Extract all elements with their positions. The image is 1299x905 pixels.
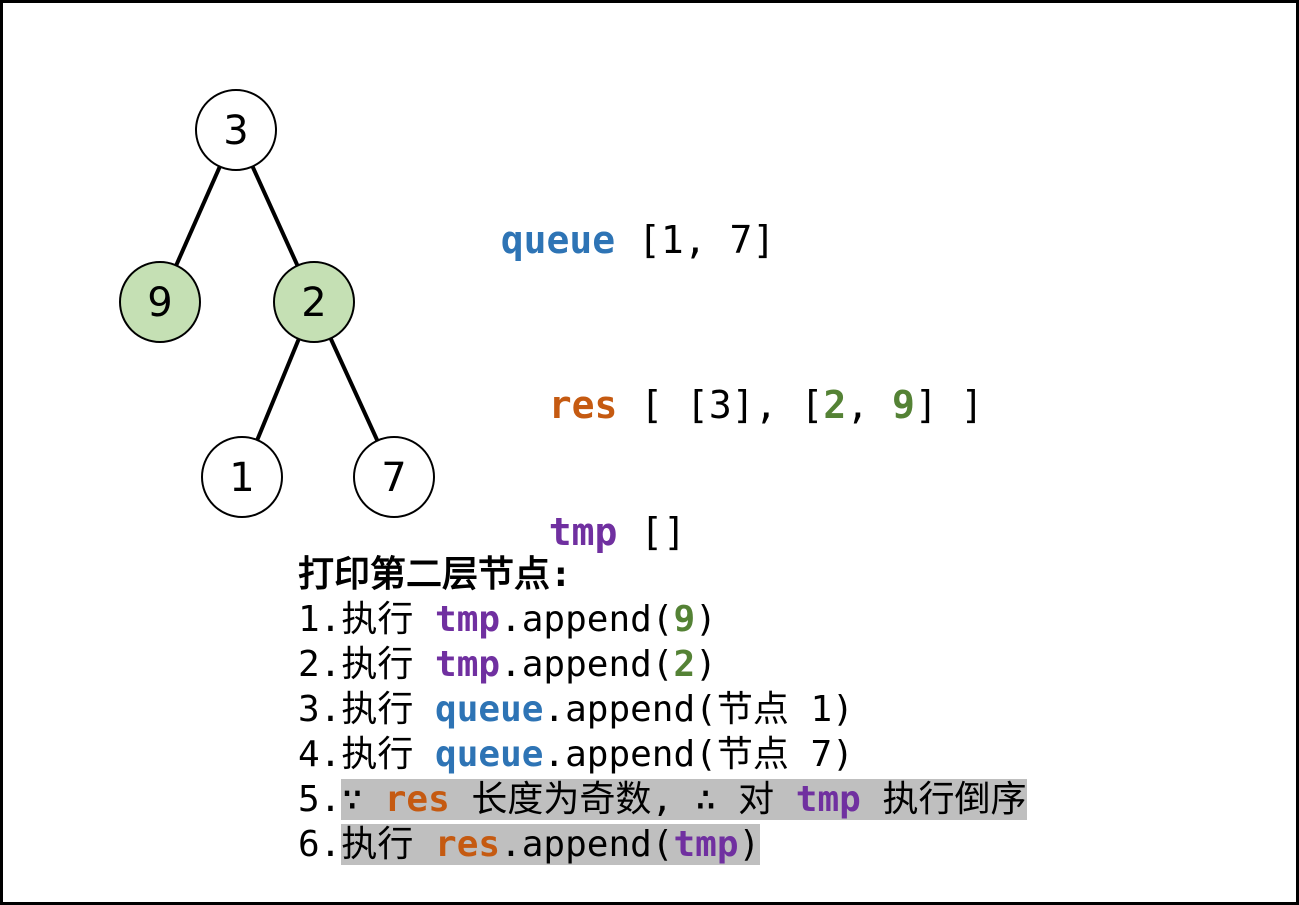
binary-tree: 3 9 2 1 7 <box>119 89 435 518</box>
steps-title: 打印第二层节点: <box>298 554 572 595</box>
step-3-verb: 执行 <box>341 689 436 730</box>
step-3: 3.执行 queue.append(节点 1) <box>298 687 1027 732</box>
step-4-obj: queue <box>435 734 544 775</box>
res-value-9: 9 <box>891 383 915 427</box>
step-5-obj: res <box>384 779 450 820</box>
res-label: res <box>548 383 618 427</box>
queue-value: [1, 7] <box>638 218 776 262</box>
step-4-num: 4. <box>298 734 342 775</box>
step-2-arg: 2 <box>673 644 696 685</box>
res-value-open: [ [3], [ <box>640 383 824 427</box>
step-1-arg: 9 <box>673 599 696 640</box>
tmp-label: tmp <box>548 510 618 554</box>
step-2-num: 2. <box>298 644 342 685</box>
step-5-end: 执行倒序 <box>860 779 1027 820</box>
step-1-call: .append( <box>500 599 674 640</box>
step-6-verb: 执行 <box>341 824 436 865</box>
res-value-close: ] ] <box>914 383 984 427</box>
step-6-arg: tmp <box>673 824 739 865</box>
step-5-highlight: ∵ res 长度为奇数, ∴ 对 tmp 执行倒序 <box>341 779 1027 820</box>
step-3-num: 3. <box>298 689 342 730</box>
step-6: 6.执行 res.append(tmp) <box>298 822 1027 867</box>
step-6-highlight: 执行 res.append(tmp) <box>341 824 761 865</box>
tree-node-label-7: 7 <box>381 455 406 501</box>
queue-line: queue [1, 7] <box>455 174 776 262</box>
step-1-obj: tmp <box>435 599 501 640</box>
tmp-line: tmp [] <box>503 466 686 554</box>
step-2-obj: tmp <box>435 644 501 685</box>
step-3-obj: queue <box>435 689 544 730</box>
step-2-verb: 执行 <box>341 644 436 685</box>
step-4: 4.执行 queue.append(节点 7) <box>298 732 1027 777</box>
step-5: 5.∵ res 长度为奇数, ∴ 对 tmp 执行倒序 <box>298 777 1027 822</box>
step-3-call: .append(节点 1) <box>543 689 854 730</box>
step-5-num: 5. <box>298 779 342 820</box>
step-6-call: .append( <box>500 824 674 865</box>
step-5-obj2: tmp <box>795 779 861 820</box>
tree-node-label-1: 1 <box>229 455 254 501</box>
step-6-obj: res <box>435 824 501 865</box>
tree-edge-n3-n9 <box>174 165 222 267</box>
queue-label: queue <box>500 218 616 262</box>
tree-edge-n2-n7 <box>328 337 380 442</box>
tree-node-label-3: 3 <box>223 108 248 154</box>
step-4-call: .append(节点 7) <box>543 734 854 775</box>
step-2: 2.执行 tmp.append(2) <box>298 642 1027 687</box>
tree-edge-n2-n1 <box>255 338 301 441</box>
step-4-verb: 执行 <box>341 734 436 775</box>
step-1-verb: 执行 <box>341 599 436 640</box>
tree-edge-n3-n2 <box>250 165 300 267</box>
tree-node-label-2: 2 <box>301 280 326 326</box>
steps-list: 打印第二层节点: 1.执行 tmp.append(9) 2.执行 tmp.app… <box>298 552 1027 867</box>
res-line: res [ [3], [2, 9] ] <box>503 339 984 427</box>
step-5-mid: 长度为奇数, ∴ 对 <box>449 779 796 820</box>
tree-node-label-9: 9 <box>147 280 172 326</box>
res-value-sep: , <box>846 383 892 427</box>
step-6-num: 6. <box>298 824 342 865</box>
tmp-value: [] <box>640 510 687 554</box>
step-5-pre: ∵ <box>341 779 385 820</box>
step-1: 1.执行 tmp.append(9) <box>298 597 1027 642</box>
step-2-end: ) <box>695 644 717 685</box>
step-1-num: 1. <box>298 599 342 640</box>
res-value-2: 2 <box>823 383 847 427</box>
step-6-end: ) <box>738 824 761 865</box>
step-2-call: .append( <box>500 644 674 685</box>
step-1-end: ) <box>695 599 717 640</box>
